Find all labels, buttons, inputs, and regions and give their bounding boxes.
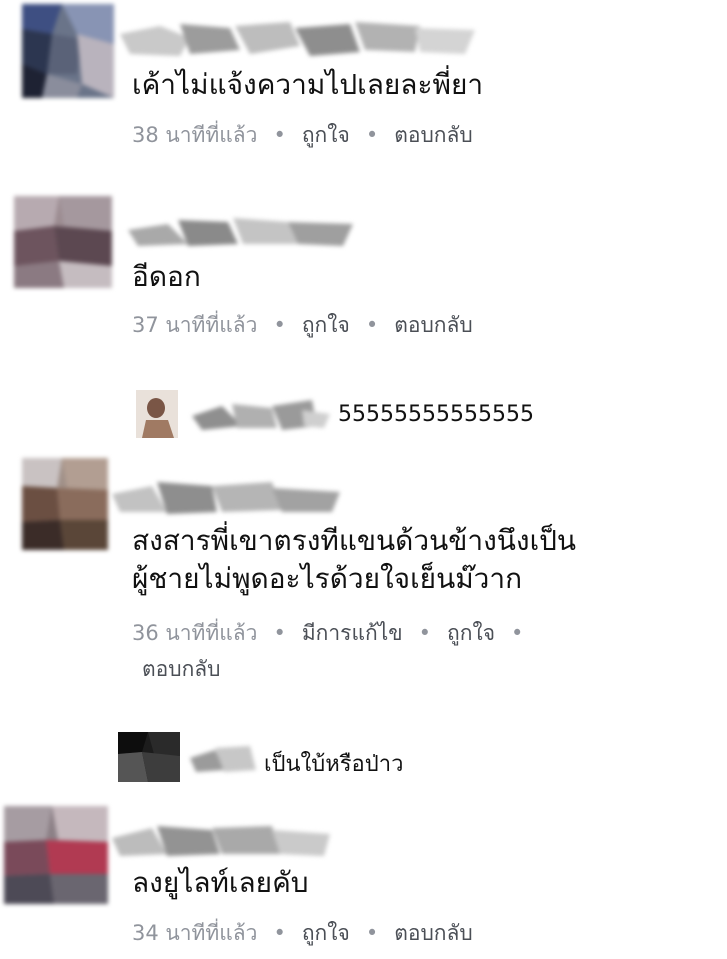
pixelated-name-icon: [192, 400, 330, 430]
pixelated-name-icon: [112, 826, 330, 856]
pixelated-avatar-icon: [14, 196, 112, 288]
pixelated-name-icon: [128, 218, 353, 246]
avatar[interactable]: [22, 458, 108, 550]
comment-text: เค้าไม่แจ้งความไปเลยละพี่ยา: [132, 68, 484, 101]
comment-time[interactable]: 38 นาทีที่แล้ว: [132, 123, 257, 147]
like-link[interactable]: ถูกใจ: [302, 921, 350, 945]
comment-text-line: ผู้ชายไม่พูดอะไรด้วยใจเย็นม๊วาก: [132, 562, 523, 595]
comment-time[interactable]: 36 นาทีที่แล้ว: [132, 621, 257, 645]
like-link[interactable]: ถูกใจ: [302, 313, 350, 337]
reply-link[interactable]: ตอบกลับ: [394, 921, 473, 945]
blurred-username[interactable]: [120, 16, 480, 60]
blurred-username[interactable]: [112, 476, 342, 518]
reply-avatar[interactable]: [118, 732, 180, 782]
separator-dot: •: [511, 621, 524, 645]
separator-dot: •: [365, 313, 379, 337]
pixelated-name-icon: [120, 22, 475, 56]
reply-link[interactable]: ตอบกลับ: [394, 313, 473, 337]
comment-meta: 36 นาทีที่แล้ว • มีการแก้ไข • ถูกใจ •: [132, 620, 539, 646]
pixelated-name-icon: [112, 482, 340, 514]
comment-text: สงสารพี่เขาตรงทีแขนด้วนข้างนึงเป็น ผู้ชา…: [132, 522, 692, 598]
blurred-username[interactable]: [112, 820, 332, 862]
avatar-photo-icon: [136, 390, 178, 438]
avatar[interactable]: [4, 806, 108, 904]
like-link[interactable]: ถูกใจ: [447, 621, 495, 645]
pixelated-avatar-icon: [22, 4, 114, 98]
like-link[interactable]: ถูกใจ: [302, 123, 350, 147]
blurred-username[interactable]: [128, 210, 358, 250]
comment-text-line: สงสารพี่เขาตรงทีแขนด้วนข้างนึงเป็น: [132, 524, 577, 557]
comment-meta: 38 นาทีที่แล้ว • ถูกใจ • ตอบกลับ: [132, 122, 473, 148]
pixelated-avatar-icon: [4, 806, 108, 904]
comment-meta: 34 นาทีที่แล้ว • ถูกใจ • ตอบกลับ: [132, 920, 473, 946]
separator-dot: •: [365, 123, 379, 147]
separator-dot: •: [418, 621, 432, 645]
avatar[interactable]: [22, 4, 114, 98]
edited-link[interactable]: มีการแก้ไข: [302, 621, 403, 645]
comment-text: อีดอก: [132, 260, 201, 293]
comment-text: ลงยูไลท์เลยคับ: [132, 866, 309, 899]
reply-link[interactable]: ตอบกลับ: [394, 123, 473, 147]
comment-meta: 37 นาทีที่แล้ว • ถูกใจ • ตอบกลับ: [132, 312, 473, 338]
blurred-username[interactable]: [192, 396, 332, 434]
separator-dot: •: [273, 123, 286, 147]
avatar[interactable]: [14, 196, 112, 288]
comment-time[interactable]: 37 นาทีที่แล้ว: [132, 313, 257, 337]
pixelated-avatar-icon: [118, 732, 180, 782]
separator-dot: •: [365, 921, 379, 945]
separator-dot: •: [273, 621, 286, 645]
pixelated-avatar-icon: [22, 458, 108, 550]
reply-link[interactable]: ตอบกลับ: [142, 657, 221, 681]
comment-meta-wrap: ตอบกลับ: [142, 656, 221, 682]
separator-dot: •: [273, 313, 286, 337]
pixelated-name-icon: [190, 746, 256, 772]
reply-text: 55555555555555: [338, 402, 534, 427]
blurred-username[interactable]: [190, 740, 262, 776]
separator-dot: •: [273, 921, 286, 945]
reply-avatar[interactable]: [136, 390, 178, 438]
reply-text: เป็นใบ้หรือป่าว: [264, 752, 404, 777]
comment-time[interactable]: 34 นาทีที่แล้ว: [132, 921, 257, 945]
